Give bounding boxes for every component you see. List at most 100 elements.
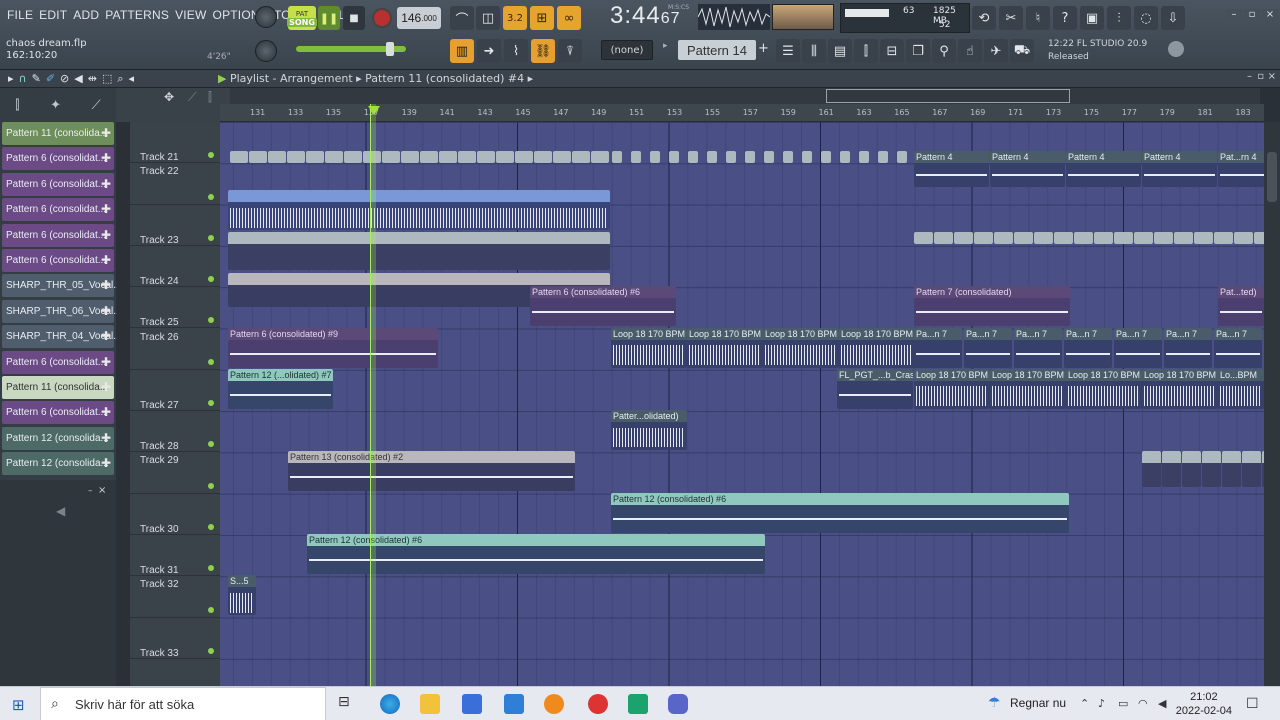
playlist-clip[interactable] xyxy=(591,151,609,163)
battery-icon[interactable]: ▭ xyxy=(1118,697,1128,710)
picker-item[interactable]: Pattern 6 (consolidat... ✚ xyxy=(2,198,114,222)
menu-arrow-icon[interactable]: ▸ xyxy=(8,72,14,86)
track-enable-led[interactable] xyxy=(208,234,214,241)
playlist-clip[interactable] xyxy=(802,151,812,163)
mute-icon[interactable]: ◀ xyxy=(74,72,82,86)
track-header[interactable]: Track 30 xyxy=(130,494,220,535)
playlist-clip[interactable] xyxy=(840,151,850,163)
playlist-clip[interactable] xyxy=(1182,451,1201,488)
playlist-clip[interactable] xyxy=(764,151,774,163)
playlist-clip[interactable] xyxy=(1162,451,1181,488)
mail-icon[interactable] xyxy=(504,694,524,714)
playlist-close-button[interactable]: × xyxy=(1268,71,1276,82)
playlist-clip[interactable]: FL_PGT_...b_Crash xyxy=(837,368,913,409)
playlist-clip[interactable] xyxy=(1154,231,1173,244)
playlist-clip[interactable] xyxy=(878,151,888,163)
playlist-clip[interactable]: Pa...n 7 xyxy=(1114,327,1162,368)
tray-chevron-icon[interactable]: ⌃ xyxy=(1080,697,1089,710)
picker-add-icon[interactable]: ✚ xyxy=(101,355,111,369)
microphone-tray-icon[interactable]: ♪ xyxy=(1098,697,1105,710)
track-enable-led[interactable] xyxy=(208,400,214,407)
undo-history-icon[interactable]: ⟲ xyxy=(972,6,996,30)
playlist-clip[interactable]: Pa...n 7 xyxy=(1014,327,1062,368)
snap-selector[interactable]: (none) xyxy=(601,40,653,60)
playlist-clip[interactable] xyxy=(439,151,457,163)
menu-view[interactable]: VIEW xyxy=(172,8,209,22)
explorer-icon[interactable] xyxy=(420,694,440,714)
step-edit-icon[interactable]: ⊞ xyxy=(530,6,554,30)
playlist-clip[interactable]: Loop 18 170 BPM xyxy=(687,327,763,368)
countdown-icon[interactable]: 3.2 xyxy=(503,6,527,30)
store-icon[interactable] xyxy=(462,694,482,714)
picker-item[interactable]: Pattern 6 (consolidat... ✚ xyxy=(2,223,114,247)
pattern-selector[interactable]: Pattern 14 xyxy=(678,40,756,60)
picker-scrollbar[interactable] xyxy=(117,122,130,686)
zoom-stretch-icon[interactable]: ⟋ xyxy=(188,90,196,105)
piano-picker-icon[interactable]: ⫿ xyxy=(15,98,19,113)
picker-add-icon[interactable]: ✚ xyxy=(101,177,111,191)
fl-studio-icon[interactable] xyxy=(544,694,564,714)
paint-icon[interactable]: ✐ xyxy=(46,72,55,86)
song-pattern-toggle[interactable]: PAT SONG xyxy=(287,6,317,30)
playlist-maximize-button[interactable]: ▫ xyxy=(1257,71,1264,82)
download-icon[interactable]: ⇩ xyxy=(1161,6,1185,30)
master-pitch-knob[interactable] xyxy=(255,40,277,62)
playlist-clip[interactable] xyxy=(745,151,755,163)
select-icon[interactable]: ⬚ xyxy=(102,72,112,86)
track-header[interactable]: Track 27 xyxy=(130,370,220,412)
playlist-clip[interactable] xyxy=(1034,231,1053,244)
picker-add-icon[interactable]: ✚ xyxy=(101,202,111,216)
track-enable-led[interactable] xyxy=(208,441,214,448)
playlist-clip[interactable]: Pattern 13 (consolidated) #2 xyxy=(288,451,575,492)
picker-add-icon[interactable]: ✚ xyxy=(101,126,111,140)
track-header[interactable]: Track 31 xyxy=(130,535,220,577)
minimize-button[interactable]: – xyxy=(1226,9,1242,23)
playlist-clip[interactable]: Loop 18 170 BPM xyxy=(990,368,1066,409)
track-enable-led[interactable] xyxy=(208,317,214,324)
picker-item[interactable]: Pattern 6 (consolidat... ✚ xyxy=(2,248,114,272)
playlist-clip[interactable] xyxy=(914,231,933,244)
picker-add-icon[interactable]: ✚ xyxy=(101,151,111,165)
weather-text[interactable]: Regnar nu xyxy=(1010,696,1066,710)
playlist-clip[interactable]: Pattern 4 xyxy=(990,151,1065,187)
picker-add-icon[interactable]: ✚ xyxy=(101,329,111,343)
track-enable-led[interactable] xyxy=(208,193,214,200)
playlist-clip[interactable] xyxy=(458,151,476,163)
picker-item[interactable]: Pattern 11 (consolida... ✚ xyxy=(2,375,114,399)
picker-item[interactable]: SHARP_THR_06_Vocal... ✚ xyxy=(2,299,122,323)
playlist-clip[interactable] xyxy=(534,151,552,163)
playlist-clip[interactable]: Pattern 4 xyxy=(914,151,989,187)
playlist-icon[interactable]: ☰ xyxy=(776,39,800,63)
magnet-icon[interactable]: ∩ xyxy=(19,72,27,86)
mixer-window-icon[interactable]: ⫿ xyxy=(854,39,878,63)
picker-add-icon[interactable]: ✚ xyxy=(101,431,111,445)
picker-item[interactable]: Pattern 12 (consolida... ✚ xyxy=(2,452,114,476)
picker-add-icon[interactable]: ✚ xyxy=(101,456,111,470)
playlist-clip[interactable] xyxy=(688,151,698,163)
playlist-clip[interactable]: S...5 xyxy=(228,575,256,616)
chat-icon[interactable]: ◌ xyxy=(1134,6,1158,30)
loop-record-icon[interactable]: ∞ xyxy=(557,6,581,30)
track-header[interactable]: Track 22 xyxy=(130,163,220,205)
track-header[interactable]: Track 28 xyxy=(130,411,220,453)
menu-patterns[interactable]: PATTERNS xyxy=(102,8,172,22)
mixer-icon[interactable]: ⫶ xyxy=(1107,6,1131,30)
wave-picker-icon[interactable]: ✦ xyxy=(50,98,61,113)
notifications-icon[interactable]: ☐ xyxy=(1246,696,1259,712)
wait-input-icon[interactable]: ◫ xyxy=(476,6,500,30)
playlist-clip[interactable] xyxy=(994,231,1013,244)
playlist-clip[interactable] xyxy=(612,151,622,163)
menu-add[interactable]: ADD xyxy=(70,8,102,22)
master-volume-knob[interactable] xyxy=(255,6,277,28)
record-button[interactable] xyxy=(372,8,392,28)
pencil-icon[interactable]: ✎ xyxy=(32,72,41,86)
playlist-clip[interactable] xyxy=(344,151,362,163)
picker-item[interactable]: Pattern 6 (consolidat... ✚ xyxy=(2,172,114,196)
playlist-clip[interactable] xyxy=(650,151,660,163)
add-pattern-icon[interactable]: + xyxy=(758,41,769,56)
playhead-marker-icon[interactable] xyxy=(368,106,380,115)
zoom-icon[interactable]: ⌕ xyxy=(117,72,123,86)
playlist-clip[interactable] xyxy=(496,151,514,163)
picker-item[interactable]: Pattern 6 (consolidat... ✚ xyxy=(2,350,114,374)
playlist-clip[interactable] xyxy=(1214,231,1233,244)
